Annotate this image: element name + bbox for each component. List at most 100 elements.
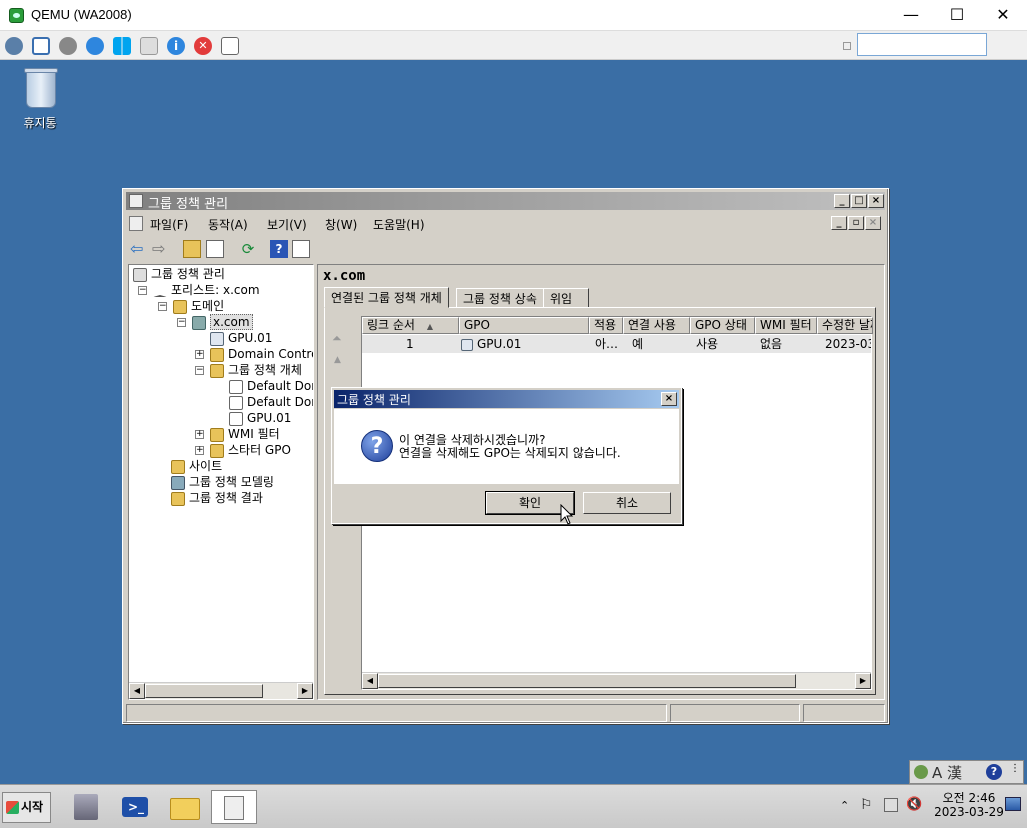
network-tray-icon[interactable] [884,798,898,812]
list-horizontal-scrollbar[interactable]: ◀ ▶ [362,672,871,689]
server-manager-icon[interactable] [64,790,110,824]
scroll-thumb[interactable] [378,674,796,688]
network-icon[interactable] [5,37,23,55]
refresh-icon[interactable] [86,37,104,55]
calendar-delete-icon[interactable] [221,37,239,55]
gpmc-maximize-button[interactable]: □ [851,194,867,208]
volume-muted-icon[interactable]: 🔇 [906,797,922,812]
tree-item-gpmc-root[interactable]: 그룹 정책 관리 [133,266,313,282]
expand-icon[interactable]: + [195,350,204,359]
collapse-icon[interactable]: − [195,366,204,375]
column-wmi-filter[interactable]: WMI 필터 [755,317,817,334]
status-pane [670,704,800,722]
properties-icon[interactable] [292,240,310,258]
column-modified[interactable]: 수정한 날짜 [817,317,873,334]
domain-icon [192,315,206,330]
tree-item-forest[interactable]: − 포리스트: x.com [133,282,313,298]
expand-icon[interactable]: + [195,430,204,439]
search-input[interactable] [857,33,987,56]
forest-icon [153,285,167,297]
gpmc-close-button[interactable]: × [868,194,884,208]
checkbox-icon[interactable] [843,42,851,50]
scroll-thumb[interactable] [145,684,263,698]
tree-item-gpo-objects[interactable]: − 그룹 정책 개체 [133,362,313,378]
tree-item-results[interactable]: 그룹 정책 결과 [133,490,313,506]
gpmc-minimize-button[interactable]: _ [834,194,850,208]
powershell-icon[interactable]: >_ [112,790,158,824]
stop-icon[interactable]: ✕ [194,37,212,55]
start-button[interactable]: 시작 [2,792,51,823]
tree-item-starter-gpos[interactable]: + 스타터 GPO [133,442,313,458]
mdi-restore-button[interactable]: ▫ [848,216,864,230]
scroll-left-button[interactable]: ◀ [129,683,145,699]
column-gpo-status[interactable]: GPO 상태 [690,317,755,334]
tab-inheritance[interactable]: 그룹 정책 상속 [456,288,544,308]
explorer-folder-icon[interactable] [162,790,208,824]
tree-item-sites[interactable]: 사이트 [133,458,313,474]
qemu-window-title: QEMU (WA2008) [31,7,132,22]
menu-window[interactable]: 창(W) [325,216,357,233]
expand-icon[interactable]: + [195,446,204,455]
langbar-options-icon[interactable]: ⋮ [1010,763,1020,774]
refresh-icon[interactable]: ⟳ [239,240,257,258]
windows-icon[interactable] [113,37,131,55]
back-arrow-icon[interactable]: ⇦ [130,240,148,258]
show-hide-tree-icon[interactable] [206,240,224,258]
tray-clock[interactable]: 오전 2:46 2023-03-29 [934,791,1004,819]
tree-item-gpo-default-domain[interactable]: Default Domain Policy [133,394,313,410]
forward-arrow-icon[interactable]: ⇨ [152,240,170,258]
tree-item-modeling[interactable]: 그룹 정책 모델링 [133,474,313,490]
ime-help-icon[interactable]: ? [986,764,1002,780]
scroll-right-button[interactable]: ▶ [297,683,313,699]
gpmc-taskbar-icon[interactable] [211,790,257,824]
tree-item-gpo-default-dc[interactable]: Default Domain Controllers Policy [133,378,313,394]
close-button[interactable]: ✕ [980,0,1026,31]
scroll-left-button[interactable]: ◀ [362,673,378,689]
cell-modified: 2023-03-29 [825,337,871,351]
scroll-right-button[interactable]: ▶ [855,673,871,689]
action-center-flag-icon[interactable]: ⚐ [860,797,873,813]
recycle-bin-icon[interactable] [18,66,64,112]
menu-file[interactable]: 파일(F) [150,216,188,233]
tab-delegation[interactable]: 위임 [543,288,589,308]
fullscreen-icon[interactable] [32,37,50,55]
ime-icon[interactable] [914,765,928,779]
cancel-button[interactable]: 취소 [583,492,671,514]
up-folder-icon[interactable] [183,240,201,258]
show-desktop-icon[interactable] [1005,797,1021,811]
tab-linked-gpos[interactable]: 연결된 그룹 정책 개체 [324,287,449,308]
column-enforced[interactable]: 적용 [589,317,623,334]
minimize-button[interactable]: — [888,0,934,31]
domains-folder-icon [173,299,187,314]
info-icon[interactable]: i [167,37,185,55]
mdi-minimize-button[interactable]: _ [831,216,847,230]
collapse-icon[interactable]: − [177,318,186,327]
tree-item-domain-controllers[interactable]: +Domain Controllers [133,346,313,362]
tree-horizontal-scrollbar[interactable]: ◀ ▶ [129,682,313,699]
mdi-close-button[interactable]: × [865,216,881,230]
column-link-enabled[interactable]: 연결 사용 [623,317,690,334]
column-link-order[interactable]: 링크 순서 ▲ [362,317,459,334]
drive-icon[interactable] [140,37,158,55]
settings-gear-icon[interactable] [59,37,77,55]
move-up-icon[interactable]: ▲ [334,355,341,365]
show-hidden-icons[interactable]: ⌃ [840,799,849,812]
ime-mode[interactable]: A 漢 [932,762,962,783]
tree-item-domains[interactable]: − 도메인 [133,298,313,314]
tree-item-gpo-link[interactable]: GPU.01 [133,330,313,346]
column-gpo[interactable]: GPO [459,317,589,334]
dialog-close-button[interactable]: × [661,392,677,406]
help-icon[interactable]: ? [270,240,288,258]
collapse-icon[interactable]: − [138,286,147,295]
tree-item-gpo-gpu01[interactable]: GPU.01 [133,410,313,426]
clock-time: 오전 2:46 [942,791,996,805]
collapse-icon[interactable]: − [158,302,167,311]
menu-view[interactable]: 보기(V) [267,216,307,233]
tree-item-domain-xcom[interactable]: − x.com [133,314,313,330]
move-top-icon[interactable]: ⏶ [332,331,342,346]
tree-item-wmi-filters[interactable]: + WMI 필터 [133,426,313,442]
maximize-button[interactable]: ☐ [934,0,980,31]
qemu-logo-icon [9,8,24,23]
menu-help[interactable]: 도움말(H) [373,216,425,233]
menu-action[interactable]: 동작(A) [208,216,248,233]
